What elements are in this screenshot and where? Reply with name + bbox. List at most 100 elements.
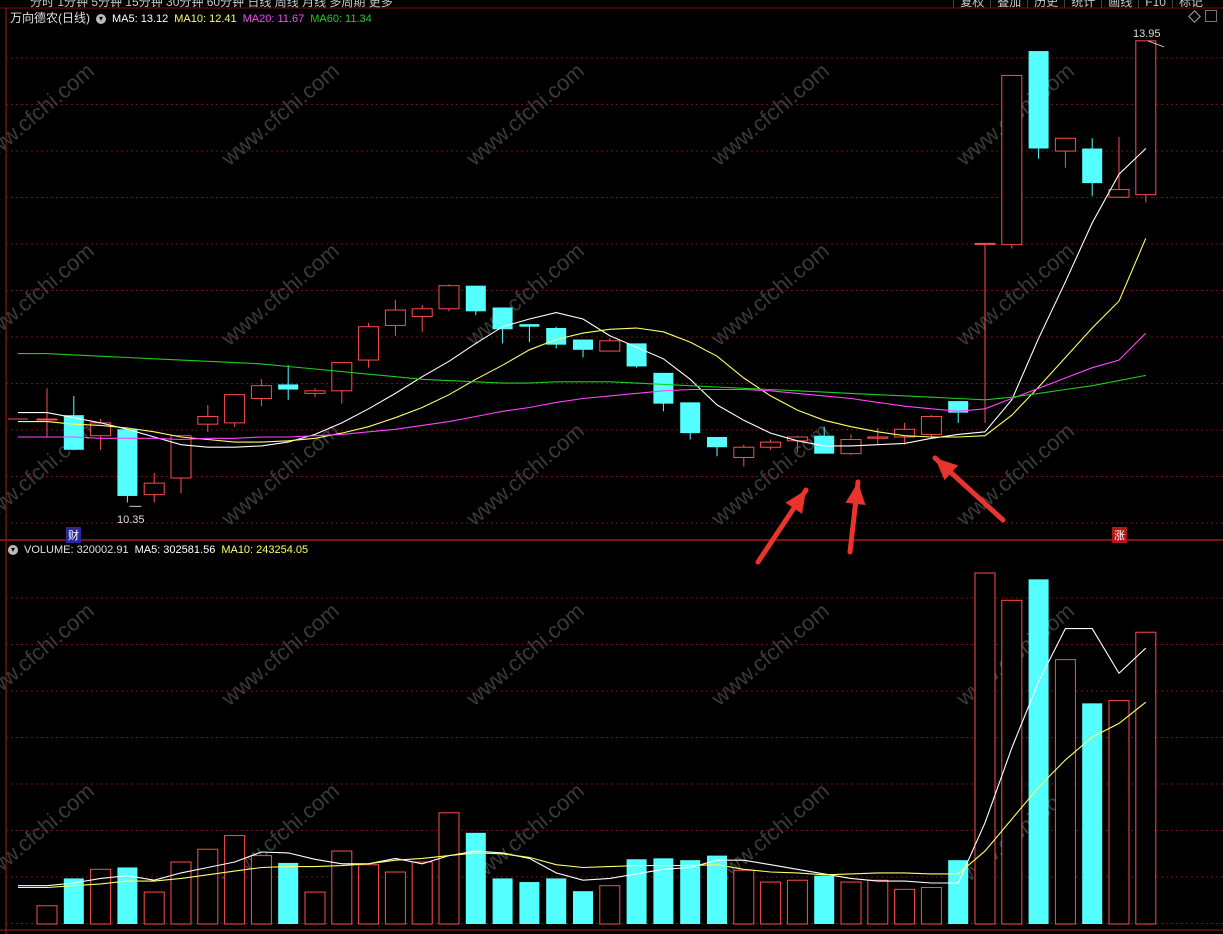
candle-body-up xyxy=(411,308,433,317)
volume-bar-up xyxy=(358,864,380,925)
volume-bar-down xyxy=(653,858,674,924)
candle-body-down xyxy=(492,307,513,330)
volume-bar-up xyxy=(920,887,942,925)
watermark-text: www.cfchi.com xyxy=(216,598,344,711)
ma60-legend: MA60: 11.34 xyxy=(310,13,372,25)
volume-bar-up xyxy=(224,835,246,925)
volume-bar-down xyxy=(519,882,540,924)
volume-bar-up xyxy=(786,879,808,925)
candle-body-up xyxy=(224,394,246,424)
candle-body-up xyxy=(840,439,862,455)
volume-bar-up xyxy=(1001,599,1023,925)
volume-bar-down xyxy=(492,878,513,924)
limit-up-badge[interactable]: 涨 xyxy=(1112,527,1127,543)
candle-body-down xyxy=(117,429,138,496)
volume-bar-up xyxy=(304,891,326,925)
candle-body-down xyxy=(278,384,299,390)
candle-body-up xyxy=(1001,74,1023,246)
watermark-text: www.cfchi.com xyxy=(216,238,344,351)
volume-bar-up xyxy=(894,888,916,925)
candle-body-down xyxy=(573,339,593,350)
candle-body-up xyxy=(358,326,380,361)
candle-body-up xyxy=(170,435,192,479)
vol-ma5-legend: MA5: 302581.56 xyxy=(134,544,216,556)
volume-bar-down xyxy=(680,860,701,924)
candle-body-up xyxy=(760,441,782,448)
candle-body-up xyxy=(331,362,353,392)
volume-bar-down xyxy=(626,859,647,924)
volume-bar-up xyxy=(974,572,996,925)
watermark-text: www.cfchi.com xyxy=(216,58,344,171)
candle-body-down xyxy=(63,415,84,450)
watermark-text: www.cfchi.com xyxy=(0,238,99,351)
watermark-text: www.cfchi.com xyxy=(951,418,1079,531)
volume-value: VOLUME: 320002.91 xyxy=(24,544,129,556)
kline-chart[interactable]: www.cfchi.com www.cfchi.com www.cfchi.com w… xyxy=(0,0,1223,934)
stock-name[interactable]: 万向德农(日线) xyxy=(10,11,90,25)
watermark-text: www.cfchi.com xyxy=(0,778,99,891)
volume-bar-down xyxy=(948,860,969,924)
candle-body-up xyxy=(304,390,326,394)
watermark-text: www.cfchi.com xyxy=(706,238,834,351)
volume-bar-up xyxy=(411,861,433,925)
volume-legend: ▾ VOLUME: 320002.91 MA5: 302581.56 MA10: 24… xyxy=(8,543,314,557)
candle-body-up xyxy=(1054,137,1076,152)
candle-body-down xyxy=(680,402,701,434)
price-ma60-line xyxy=(18,353,1146,401)
watermark-text: www.cfchi.com xyxy=(706,58,834,171)
watermark-text: www.cfchi.com xyxy=(461,58,589,171)
volume-bar-up xyxy=(1135,631,1157,925)
high-price-label: 13.95 xyxy=(1133,28,1161,40)
watermark-text: www.cfchi.com xyxy=(461,418,589,531)
candle-body-down xyxy=(707,436,727,448)
candle-body-up xyxy=(867,436,889,439)
candle-body-up xyxy=(438,285,460,310)
volume-bar-up xyxy=(197,848,219,925)
volume-bar-down xyxy=(278,862,299,924)
volume-bar-up xyxy=(331,850,353,925)
volume-bar-up xyxy=(250,855,272,925)
volume-bar-up xyxy=(1054,659,1076,925)
annotation-arrow-1-head xyxy=(785,490,806,514)
candle-body-up xyxy=(599,340,621,352)
candle-body-up xyxy=(1135,40,1157,196)
volume-bar-up xyxy=(733,869,755,925)
volume-bar-down xyxy=(573,891,593,924)
candle-body-down xyxy=(653,372,674,404)
finance-badge[interactable]: 财 xyxy=(66,527,81,543)
candle-body-down xyxy=(519,324,540,327)
volume-bar-up xyxy=(867,879,889,925)
volume-bar-up xyxy=(143,891,165,925)
candle-body-up xyxy=(920,415,942,435)
vol-ma10-legend: MA10: 243254.05 xyxy=(221,544,309,556)
watermark-text: www.cfchi.com xyxy=(0,58,99,171)
candle-body-down xyxy=(465,285,486,312)
candle-body-down xyxy=(1082,148,1103,184)
volume-bar-up xyxy=(384,871,406,925)
volume-bar-up xyxy=(36,905,58,925)
candle-body-up xyxy=(384,309,406,326)
watermark-text: www.cfchi.com xyxy=(706,418,834,531)
volume-bar-up xyxy=(760,881,782,925)
price-ma5-line xyxy=(18,148,1147,448)
chevron-down-icon[interactable]: ▾ xyxy=(8,545,18,556)
candle-body-up xyxy=(143,482,165,496)
candle-body-down xyxy=(1028,51,1049,149)
volume-bar-down xyxy=(1028,579,1049,924)
ma5-legend: MA5: 13.12 xyxy=(112,13,169,25)
volume-bar-down xyxy=(546,878,567,924)
volume-bar-down xyxy=(1082,703,1103,924)
volume-bar-up xyxy=(599,885,621,925)
candle-body-up xyxy=(974,242,996,245)
candle-body-up xyxy=(250,385,272,400)
candle-body-up xyxy=(197,415,219,425)
volume-bar-down xyxy=(465,832,486,924)
volume-bar-up xyxy=(840,881,862,925)
ma20-legend: MA20: 11.67 xyxy=(242,13,305,25)
chevron-down-icon[interactable]: ▾ xyxy=(96,14,106,25)
close-icon[interactable] xyxy=(1205,10,1217,22)
watermark-text: www.cfchi.com xyxy=(0,598,99,711)
volume-bar-up xyxy=(1108,700,1130,925)
candle-body-up xyxy=(733,446,755,458)
ma10-legend: MA10: 12.41 xyxy=(174,13,237,25)
